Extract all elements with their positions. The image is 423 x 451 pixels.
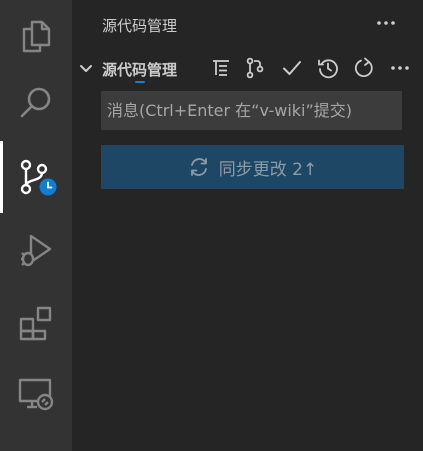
refresh-icon — [354, 57, 373, 77]
remote-explorer-icon — [18, 378, 54, 411]
activity-source-control[interactable] — [0, 141, 72, 213]
activity-extensions[interactable] — [0, 287, 72, 359]
run-debug-icon — [21, 234, 52, 267]
activity-run-debug[interactable] — [0, 214, 72, 286]
activity-bar — [0, 0, 72, 451]
chevron-down-icon — [80, 65, 92, 72]
tree-view-icon — [213, 60, 229, 76]
commit-message-input[interactable] — [101, 91, 402, 130]
ellipsis-icon — [391, 66, 409, 70]
sidebar-more-button[interactable] — [374, 11, 398, 35]
refresh-button[interactable] — [352, 56, 376, 80]
history-icon — [318, 59, 338, 79]
source-control-sidebar: 源代码管理 源代码管理 消息(Ctrl+Enter 在“v-wiki”提交) 同… — [72, 0, 423, 451]
sync-changes-button[interactable]: 同步更改 2↑ — [101, 145, 404, 189]
section-more-button[interactable] — [388, 56, 412, 80]
branch-icon — [246, 57, 264, 79]
clock-icon — [39, 178, 57, 196]
history-button[interactable] — [316, 56, 340, 80]
ellipsis-icon — [377, 21, 395, 25]
extensions-icon — [19, 306, 52, 341]
sidebar-title: 源代码管理 — [102, 17, 178, 35]
sync-button-label: 同步更改 2↑ — [218, 159, 318, 180]
section-title-underline — [135, 81, 145, 83]
commit-button[interactable] — [280, 56, 304, 80]
activity-remote-explorer[interactable] — [0, 358, 72, 430]
section-header[interactable]: 源代码管理 — [72, 54, 423, 83]
branch-button[interactable] — [243, 56, 267, 80]
activity-explorer[interactable] — [0, 0, 72, 72]
sync-icon — [190, 158, 207, 176]
activity-search[interactable] — [0, 67, 72, 139]
tree-view-button[interactable] — [209, 56, 233, 80]
check-icon — [283, 61, 301, 75]
section-title: 源代码管理 — [102, 61, 178, 79]
search-icon — [20, 87, 51, 118]
files-icon — [22, 20, 51, 53]
